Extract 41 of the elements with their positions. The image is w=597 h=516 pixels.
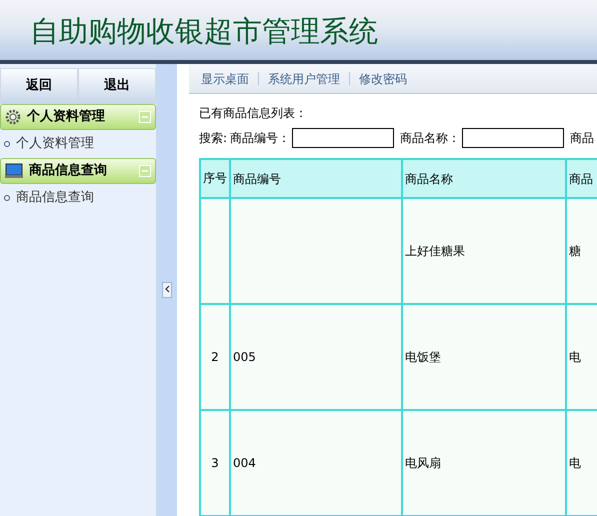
input-field[interactable] [462,128,564,148]
table-cell: 上好佳糖果 [402,198,566,304]
table-cell: 005 [230,304,402,410]
nav-link[interactable]: 修改密码 [359,70,416,88]
table-cell: 004 [230,410,402,516]
column-header: 商品编号 [230,159,402,198]
menu-group-title: 个人资料管理 [27,108,105,126]
bullet-icon [4,195,10,201]
table-cell: 电饭堡 [402,304,566,410]
monitor-icon [5,163,23,179]
nav-link[interactable]: 显示桌面 [201,70,258,88]
table-cell: 电风扇 [402,410,566,516]
bullet-icon [4,141,10,147]
table-cell: 2 [200,304,230,410]
column-header: 商品 [566,159,597,198]
search-label: 搜索: [199,130,228,147]
menu-group-title: 商品信息查询 [29,162,107,180]
field-label: 商品 [570,130,594,147]
collapse-icon [139,111,151,123]
sidebar-button[interactable]: 退出 [78,68,156,104]
input-field[interactable] [292,128,394,148]
gear-icon [5,109,21,125]
table-cell: 电 [566,410,597,516]
menu-item[interactable]: 个人资料管理 [16,134,94,154]
column-header: 序号 [200,159,230,198]
nav-link[interactable]: 系统用户管理 [268,70,349,88]
menu-group-header[interactable]: 商品信息查询 [0,158,156,184]
sidebar-button[interactable]: 返回 [0,68,78,104]
table-cell: 3 [200,410,230,516]
chevron-left-icon [164,285,170,294]
collapse-icon [139,165,151,177]
list-heading: 已有商品信息列表： [199,105,308,122]
table-cell: 糖 [566,198,597,304]
field-label: 商品名称： [400,130,460,147]
menu-group-header[interactable]: 个人资料管理 [0,104,156,130]
table-cell: 电 [566,304,597,410]
field-label: 商品编号： [230,130,290,147]
app-title: 自助购物收银超市管理系统 [30,14,379,49]
collapse-sidebar-button[interactable] [162,282,172,298]
menu-item[interactable]: 商品信息查询 [16,188,94,208]
column-header: 商品名称 [402,159,566,198]
